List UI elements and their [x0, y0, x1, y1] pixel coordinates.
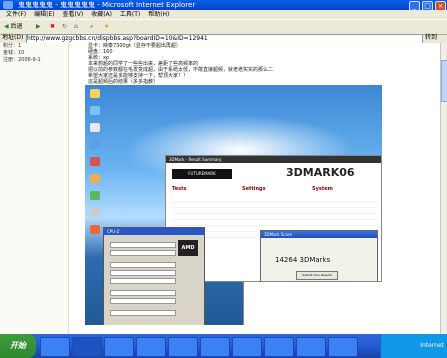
cpuz-field	[110, 242, 176, 248]
taskbar-item[interactable]	[40, 337, 70, 357]
desktop-icon	[90, 106, 100, 115]
desktop-icon	[90, 123, 100, 132]
back-icon: ◀	[4, 23, 9, 30]
scrollbar-thumb[interactable]	[441, 60, 447, 102]
ie-window: 鬼鬼鬼鬼鬼 - 鬼鬼鬼鬼鬼 - Microsoft Internet Explo…	[0, 0, 447, 358]
menu-tools[interactable]: 工具(T)	[120, 11, 140, 18]
taskbar-item[interactable]	[72, 337, 102, 357]
cpuz-title: CPU-Z	[104, 228, 204, 235]
futuremark-logo: FUTUREMARK	[172, 169, 232, 179]
refresh-icon[interactable]: ↻	[62, 23, 67, 31]
home-icon[interactable]: ⌂	[74, 23, 78, 31]
desktop-icon	[90, 191, 100, 200]
benchmark-screenshot-image: 3DMark - Result Summary FUTUREMARK 3DMAR…	[85, 85, 382, 325]
cpuz-field	[110, 298, 176, 304]
system-header: System	[312, 186, 333, 192]
search-icon[interactable]: ⌕	[90, 23, 93, 31]
cpuz-field	[110, 270, 176, 276]
taskbar-item[interactable]	[104, 337, 134, 357]
taskbar-item[interactable]	[200, 337, 230, 357]
desktop-icon	[90, 157, 100, 166]
taskbar-item[interactable]	[328, 337, 358, 357]
system-tray: Internet	[380, 334, 447, 358]
desktop-icon	[90, 140, 100, 149]
score-value: 14264 3DMarks	[275, 256, 331, 264]
menu-edit[interactable]: 编辑(E)	[34, 11, 54, 18]
menu-favorites[interactable]: 收藏(A)	[91, 11, 112, 18]
3dmark-title: 3DMark - Result Summary	[166, 156, 381, 163]
settings-header: Settings	[242, 186, 266, 192]
back-button[interactable]: ◀ 后退	[4, 23, 23, 31]
taskbar-item[interactable]	[136, 337, 166, 357]
address-label: 地址(D)	[2, 34, 24, 41]
status-zone: Internet	[420, 342, 444, 349]
desktop-icon	[90, 208, 100, 217]
cpuz-field	[110, 262, 176, 268]
start-button[interactable]: 开始	[0, 334, 36, 358]
sidebar-line: 金钱：10	[3, 50, 25, 56]
taskbar: 开始 Internet	[0, 334, 447, 358]
address-bar: 地址(D) http://www.gzgcbbs.cn/dispbbs.asp?…	[0, 33, 447, 44]
desktop-icon	[90, 225, 100, 234]
sidebar-line: 积分：1	[3, 43, 22, 49]
3dmark-logo: 3DMARK06	[286, 166, 355, 179]
go-button[interactable]: 转到	[425, 34, 445, 42]
menu-help[interactable]: 帮助(H)	[148, 11, 169, 18]
submit-results-button: Submit Your Results	[296, 271, 338, 280]
window-title: 鬼鬼鬼鬼鬼 - 鬼鬼鬼鬼鬼 - Microsoft Internet Explo…	[18, 1, 196, 9]
cpuz-field	[110, 310, 176, 316]
device-list-window	[243, 281, 382, 325]
menu-file[interactable]: 文件(F)	[6, 11, 26, 18]
user-info-sidebar: 积分：1 金钱：10 注册：2006-9-1	[0, 43, 69, 334]
amd-logo: AMD	[178, 240, 198, 256]
ie-icon	[3, 1, 13, 9]
desktop-icons	[87, 89, 105, 242]
cpuz-field	[110, 290, 176, 296]
stop-icon[interactable]: ✖	[50, 23, 55, 31]
taskbar-item[interactable]	[296, 337, 326, 357]
title-bar: 鬼鬼鬼鬼鬼 - 鬼鬼鬼鬼鬼 - Microsoft Internet Explo…	[0, 0, 447, 11]
cpuz-field	[110, 278, 176, 284]
taskbar-item[interactable]	[232, 337, 262, 357]
favorites-icon[interactable]: ★	[104, 23, 109, 31]
sidebar-line: 注册：2006-9-1	[3, 57, 41, 63]
score-dialog-title: 3DMark Score	[261, 231, 377, 238]
menu-view[interactable]: 查看(V)	[62, 11, 83, 18]
menu-bar: 文件(F) 编辑(E) 查看(V) 收藏(A) 工具(T) 帮助(H)	[0, 10, 447, 19]
desktop-icon	[90, 174, 100, 183]
taskbar-item[interactable]	[264, 337, 294, 357]
desktop-icon	[90, 89, 100, 98]
tests-header: Tests	[172, 186, 187, 192]
forward-icon[interactable]: ▶	[36, 23, 41, 31]
cpuz-window: CPU-Z AMD	[103, 227, 205, 325]
cpuz-field	[110, 250, 176, 256]
taskbar-item[interactable]	[168, 337, 198, 357]
